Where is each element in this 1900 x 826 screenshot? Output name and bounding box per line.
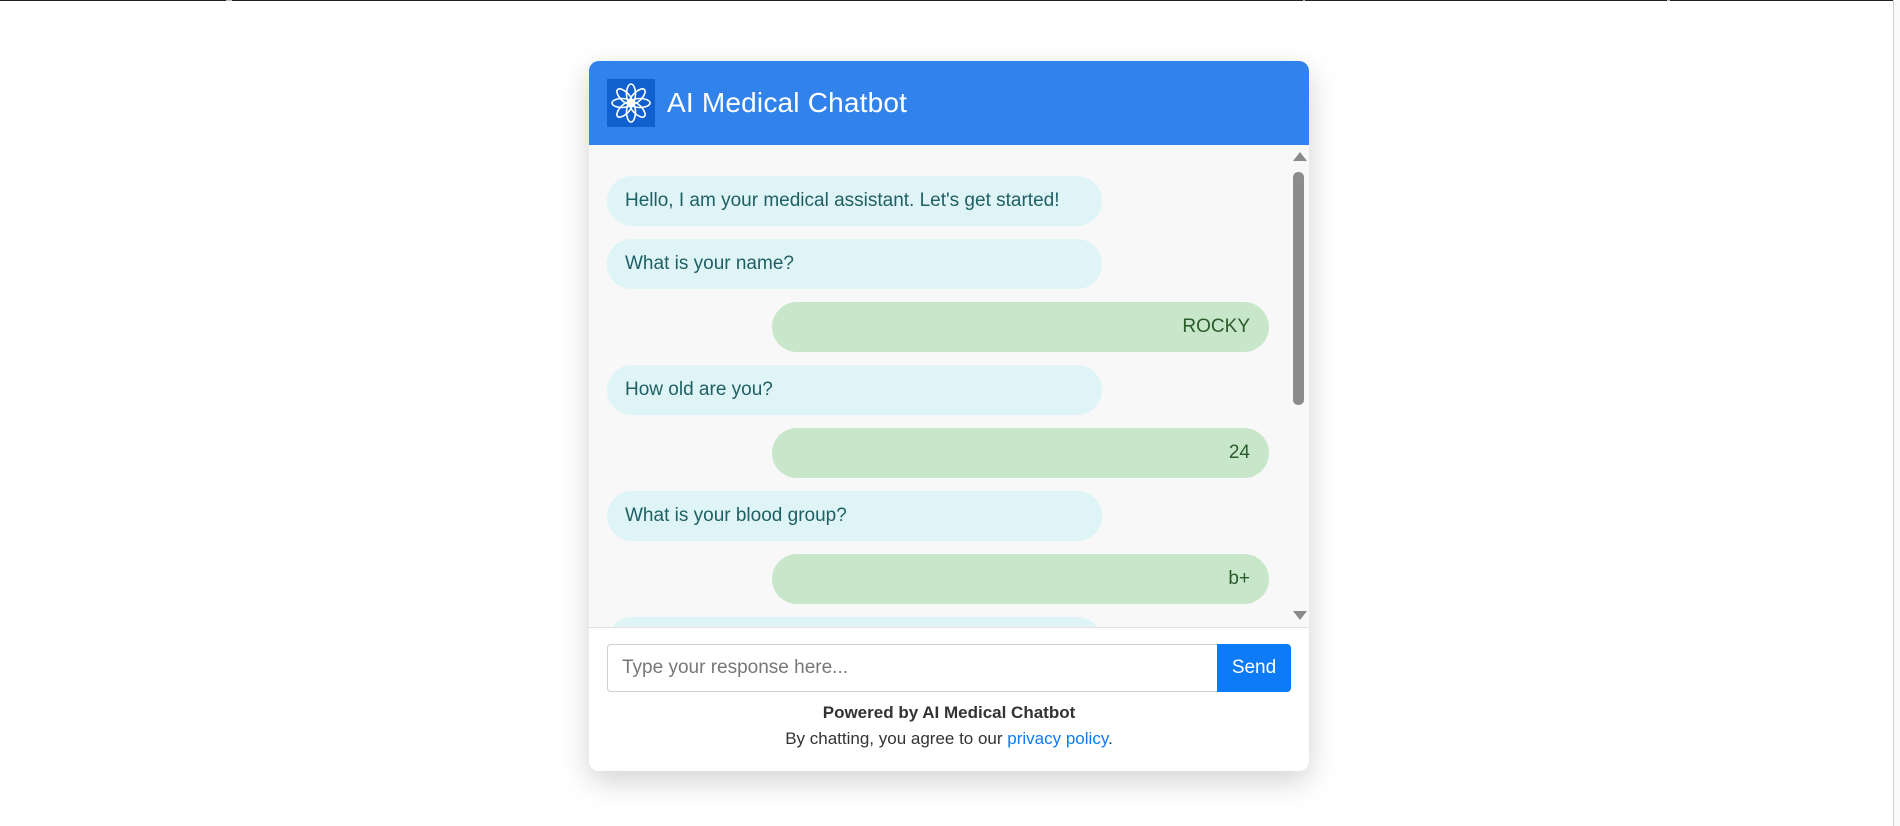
powered-by-text: Powered by AI Medical Chatbot — [822, 703, 1076, 722]
top-border-segment — [1670, 0, 1900, 1]
user-message: ROCKY — [772, 302, 1269, 352]
agreement-prefix: By chatting, you agree to our — [785, 729, 1008, 748]
message-text: What is your blood group? — [625, 505, 847, 526]
top-border-segment — [620, 0, 1303, 1]
messages-pane[interactable]: Hello, I am your medical assistant. Let'… — [589, 145, 1309, 628]
chat-widget: AI Medical Chatbot Hello, I am your medi… — [589, 61, 1309, 771]
message-text: 24 — [1228, 442, 1250, 463]
chat-footer: Powered by AI Medical Chatbot By chattin… — [589, 701, 1309, 752]
scrollbar-thumb[interactable] — [1293, 172, 1304, 405]
top-border-segment — [0, 0, 226, 1]
agreement-suffix: . — [1108, 729, 1113, 748]
chat-title: AI Medical Chatbot — [667, 87, 908, 118]
flower-icon — [607, 79, 655, 127]
send-button[interactable]: Send — [1217, 644, 1291, 692]
privacy-policy-link[interactable]: privacy policy — [1007, 729, 1108, 748]
top-border-segment — [1305, 0, 1667, 1]
message-text: Hello, I am your medical assistant. Let'… — [625, 190, 1060, 211]
chat-header: AI Medical Chatbot — [589, 61, 1309, 145]
scroll-down-icon[interactable] — [1293, 611, 1307, 620]
message-text: What is your name? — [625, 253, 794, 274]
message-text: How old are you? — [625, 379, 773, 400]
user-message: b+ — [772, 554, 1269, 604]
browser-top-border — [0, 0, 1900, 1]
bot-message: How old are you? — [607, 365, 1102, 415]
input-row: Send — [607, 644, 1291, 692]
scroll-up-icon[interactable] — [1293, 152, 1307, 161]
bot-message — [607, 617, 1102, 627]
bot-message: Hello, I am your medical assistant. Let'… — [607, 176, 1102, 226]
top-border-segment — [232, 0, 624, 1]
message-text: b+ — [1228, 568, 1250, 589]
message-text: ROCKY — [1182, 316, 1250, 337]
messages-scrollbar[interactable] — [1287, 145, 1309, 627]
user-message: 24 — [772, 428, 1269, 478]
bot-message: What is your blood group? — [607, 491, 1102, 541]
messages-list: Hello, I am your medical assistant. Let'… — [607, 176, 1269, 627]
bot-message: What is your name? — [607, 239, 1102, 289]
page-scrollbar[interactable] — [1893, 0, 1900, 826]
response-input[interactable] — [607, 644, 1217, 692]
agreement-text: By chatting, you agree to our privacy po… — [589, 726, 1309, 752]
